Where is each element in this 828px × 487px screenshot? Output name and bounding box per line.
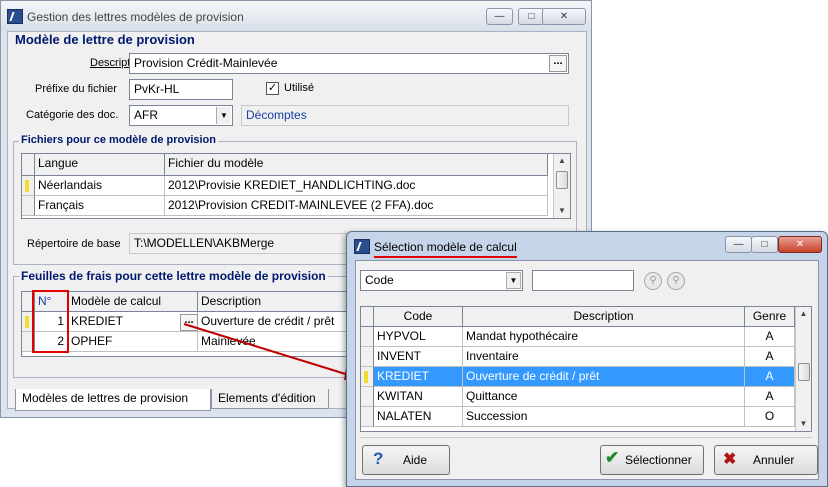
- row-indicator: [361, 387, 374, 407]
- close-button[interactable]: ✕: [542, 8, 586, 25]
- highlight-box-no: [32, 290, 69, 353]
- models-cell-description[interactable]: Inventaire: [463, 347, 745, 367]
- models-cell-code[interactable]: HYPVOL: [374, 327, 463, 347]
- files-cell-fichier[interactable]: 2012\Provision CREDIT-MAINLEVEE (2 FFA).…: [165, 196, 548, 216]
- prefix-label: Préfixe du fichier: [35, 83, 117, 95]
- models-cell-genre-selected[interactable]: A: [745, 367, 795, 387]
- models-cell-genre[interactable]: A: [745, 327, 795, 347]
- search-next-icon[interactable]: ⚲: [667, 272, 685, 290]
- minimize-button[interactable]: —: [486, 8, 513, 25]
- row-indicator: [361, 407, 374, 427]
- row-indicator: [361, 327, 374, 347]
- select-button[interactable]: ✔ Sélectionner: [600, 445, 704, 475]
- models-cell-description[interactable]: Quittance: [463, 387, 745, 407]
- scroll-thumb[interactable]: [798, 363, 810, 381]
- models-cell-genre[interactable]: A: [745, 347, 795, 367]
- description-ellipsis-button[interactable]: ...: [549, 55, 567, 72]
- used-label: Utilisé: [284, 82, 314, 94]
- selection-dialog: Sélection modèle de calcul — □ ✕ Code ▼ …: [346, 231, 828, 487]
- prefix-field[interactable]: PvKr-HL: [129, 79, 233, 100]
- help-button-label: Aide: [403, 453, 428, 467]
- divider: [360, 437, 812, 438]
- help-button[interactable]: ? Aide: [362, 445, 450, 475]
- callout-arrow: [183, 323, 358, 380]
- models-cell-genre[interactable]: O: [745, 407, 795, 427]
- main-window-title: Gestion des lettres modèles de provision: [27, 10, 244, 24]
- dialog-body: Code ▼ ⚲ ⚲ Code Description Genre HYPVOL…: [355, 260, 819, 480]
- category-name-field: Décomptes: [241, 105, 569, 126]
- files-cell-fichier[interactable]: 2012\Provisie KREDIET_HANDLICHTING.doc: [165, 176, 548, 196]
- tab-modeles-label: Modèles de lettres de provision: [22, 391, 189, 405]
- files-cell-langue[interactable]: Néerlandais: [35, 176, 165, 196]
- scroll-up-icon[interactable]: ▲: [796, 309, 811, 318]
- help-icon: ?: [373, 449, 384, 468]
- search-field-select[interactable]: Code: [360, 270, 523, 291]
- models-cell-code[interactable]: INVENT: [374, 347, 463, 367]
- dialog-title: Sélection modèle de calcul: [374, 240, 517, 254]
- app-icon: [7, 9, 23, 24]
- current-row-marker: [25, 316, 29, 328]
- models-col-code[interactable]: Code: [374, 307, 463, 327]
- models-cell-description[interactable]: Mandat hypothécaire: [463, 327, 745, 347]
- search-input[interactable]: [532, 270, 634, 291]
- current-row-marker: [364, 371, 368, 383]
- sheets-cell-model[interactable]: OPHEF: [68, 332, 198, 352]
- sheets-cell-model[interactable]: KREDIET: [68, 312, 198, 332]
- row-indicator: [361, 367, 374, 387]
- dialog-maximize-button[interactable]: □: [751, 236, 778, 253]
- files-group-title: Fichiers pour ce modèle de provision: [19, 134, 218, 146]
- group-title-model: Modèle de lettre de provision: [15, 32, 195, 47]
- tab-modeles[interactable]: Modèles de lettres de provision: [15, 389, 211, 411]
- used-checkbox[interactable]: ✓: [266, 82, 279, 95]
- models-cell-description-selected[interactable]: Ouverture de crédit / prêt: [463, 367, 745, 387]
- scroll-thumb[interactable]: [556, 171, 568, 189]
- models-scrollbar[interactable]: ▲ ▼: [795, 307, 811, 431]
- files-grid-corner: [22, 154, 35, 176]
- models-cell-code[interactable]: KWITAN: [374, 387, 463, 407]
- models-col-genre[interactable]: Genre: [745, 307, 795, 327]
- current-row-marker: [25, 180, 29, 192]
- chevron-down-icon[interactable]: ▼: [506, 272, 521, 289]
- select-button-label: Sélectionner: [625, 453, 692, 467]
- description-field[interactable]: Provision Crédit-Mainlevée: [129, 53, 569, 74]
- scroll-down-icon[interactable]: ▼: [554, 206, 570, 215]
- files-cell-langue[interactable]: Français: [35, 196, 165, 216]
- search-icon[interactable]: ⚲: [644, 272, 662, 290]
- cancel-button-label: Annuler: [753, 453, 795, 467]
- dialog-app-icon: [354, 239, 370, 254]
- files-scrollbar[interactable]: ▲ ▼: [553, 154, 570, 218]
- row-indicator: [361, 347, 374, 367]
- base-dir-label: Répertoire de base: [27, 238, 121, 250]
- chevron-down-icon[interactable]: ▼: [216, 107, 231, 124]
- files-grid: Langue Fichier du modèle Néerlandais 201…: [21, 153, 571, 219]
- scroll-up-icon[interactable]: ▲: [554, 156, 570, 165]
- models-cell-description[interactable]: Succession: [463, 407, 745, 427]
- base-dir-field: T:\MODELLEN\AKBMerge: [129, 233, 347, 254]
- dialog-title-underline: [374, 256, 517, 258]
- tab-elements-label: Elements d'édition: [218, 391, 316, 405]
- cancel-button[interactable]: ✖ Annuler: [714, 445, 818, 475]
- models-grid: Code Description Genre HYPVOL Mandat hyp…: [360, 306, 812, 432]
- files-col-langue[interactable]: Langue: [35, 154, 165, 176]
- row-indicator: [22, 176, 35, 196]
- dialog-minimize-button[interactable]: —: [725, 236, 752, 253]
- checkmark-icon: ✔: [605, 448, 620, 467]
- sheets-group-title: Feuilles de frais pour cette lettre modè…: [19, 269, 328, 283]
- scroll-down-icon[interactable]: ▼: [796, 419, 811, 428]
- dialog-close-button[interactable]: ✕: [778, 236, 822, 253]
- sheets-col-description[interactable]: Description: [198, 292, 350, 312]
- models-col-description[interactable]: Description: [463, 307, 745, 327]
- tab-elements[interactable]: Elements d'édition: [211, 389, 329, 409]
- models-cell-code[interactable]: NALATEN: [374, 407, 463, 427]
- models-cell-genre[interactable]: A: [745, 387, 795, 407]
- category-label: Catégorie des doc.: [26, 109, 119, 121]
- sheets-col-model[interactable]: Modèle de calcul: [68, 292, 198, 312]
- models-grid-corner: [361, 307, 374, 327]
- files-col-fichier[interactable]: Fichier du modèle: [165, 154, 548, 176]
- maximize-button[interactable]: □: [518, 8, 545, 25]
- models-cell-code-selected[interactable]: KREDIET: [374, 367, 463, 387]
- cancel-x-icon: ✖: [723, 451, 737, 468]
- row-indicator: [22, 196, 35, 216]
